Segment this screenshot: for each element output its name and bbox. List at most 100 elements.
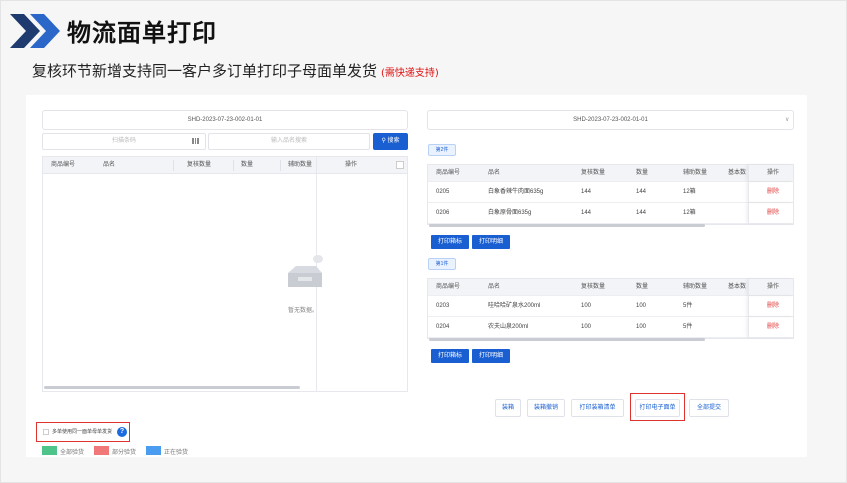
- cell-code: 0205: [436, 189, 450, 195]
- cell-qty: 144: [636, 210, 647, 216]
- delete-link[interactable]: 删除: [767, 182, 779, 203]
- print-box-label-button[interactable]: 打印箱标: [431, 235, 469, 249]
- left-table-header: 商品编号 品名 复核数量 数量 辅助数量 操作: [43, 157, 407, 174]
- package-tag: 第1件: [428, 258, 456, 270]
- delete-link[interactable]: 删除: [767, 296, 779, 317]
- submit-all-button[interactable]: 全部提交: [689, 399, 729, 417]
- col-header-action: 操作: [767, 170, 780, 176]
- col-header-name: 品名: [488, 170, 501, 176]
- action-cell: 操作: [748, 279, 794, 295]
- cell-code: 0203: [436, 303, 450, 309]
- cell-qty: 144: [636, 189, 647, 195]
- legend-swatch: [146, 446, 161, 455]
- goods-search-input[interactable]: 输入品名搜索: [208, 133, 370, 150]
- legend-label: 正在验货: [164, 450, 189, 456]
- undo-pack-button[interactable]: 装箱撤销: [527, 399, 565, 417]
- action-cell: 删除: [748, 317, 794, 337]
- cell-aux: 5件: [683, 303, 693, 309]
- cell-qty: 100: [636, 324, 647, 330]
- col-header-code: 商品编号: [436, 284, 461, 290]
- delete-link[interactable]: 删除: [767, 317, 779, 338]
- col-header-qty: 数量: [636, 170, 649, 176]
- cell-code: 0206: [436, 210, 450, 216]
- multi-order-label: 多单使用同一面单母单发货: [52, 429, 113, 435]
- horizontal-scrollbar[interactable]: [429, 338, 705, 341]
- action-cell: 删除: [748, 182, 794, 202]
- table-header: 商品编号 品名 复核数量 数量 辅助数量 基本数 操作: [428, 165, 793, 182]
- col-header-checked: 复核数量: [581, 170, 606, 176]
- empty-state-text: 暂无数据。: [288, 308, 319, 314]
- barcode-icon: [192, 138, 199, 144]
- cell-checked: 100: [581, 303, 592, 309]
- table-row: 0204 农夫山泉200ml 100 100 5件 删除: [428, 317, 793, 338]
- cell-checked: 144: [581, 189, 592, 195]
- subtitle-note: (需快递支持): [381, 68, 439, 79]
- col-header-aux: 辅助数量: [683, 170, 708, 176]
- col-header-checked: 复核数量: [187, 162, 212, 168]
- col-header-checked: 复核数量: [581, 284, 606, 290]
- delete-link[interactable]: 删除: [767, 203, 779, 224]
- col-header-name: 品名: [103, 162, 116, 168]
- action-cell: 删除: [748, 203, 794, 223]
- table-row: 0205 白象香辣牛肉面635g 144 144 12箱 删除: [428, 182, 793, 203]
- cell-name: 白象原骨面635g: [488, 210, 532, 216]
- cell-aux: 5件: [683, 324, 693, 330]
- table-row: 0206 白象原骨面635g 144 144 12箱 删除: [428, 203, 793, 224]
- cell-code: 0204: [436, 324, 450, 330]
- col-header-qty: 数量: [241, 162, 254, 168]
- pack-button[interactable]: 装箱: [495, 399, 521, 417]
- empty-box-icon: [288, 255, 323, 287]
- cell-qty: 100: [636, 303, 647, 309]
- slide-subtitle: 复核环节新增支持同一客户多订单打印子母面单发货 (需快递支持): [32, 60, 439, 81]
- print-packing-list-button[interactable]: 打印装箱清单: [571, 399, 624, 417]
- col-header-action: 操作: [767, 284, 780, 290]
- legend-swatch: [42, 446, 57, 455]
- col-header-base: 基本数: [728, 284, 747, 290]
- table-header: 商品编号 品名 复核数量 数量 辅助数量 基本数 操作: [428, 279, 793, 296]
- scan-barcode-input[interactable]: 扫描条码: [42, 133, 206, 150]
- col-divider: [173, 160, 174, 171]
- horizontal-scrollbar[interactable]: [429, 224, 705, 227]
- select-all-checkbox[interactable]: [396, 161, 404, 169]
- slide-title: 物流面单打印: [67, 19, 217, 47]
- cell-aux: 12箱: [683, 210, 696, 216]
- chevron-down-icon[interactable]: ∨: [785, 116, 789, 123]
- left-goods-table: 商品编号 品名 复核数量 数量 辅助数量 操作: [42, 156, 408, 392]
- col-header-aux: 辅助数量: [288, 162, 313, 168]
- col-header-code: 商品编号: [436, 170, 461, 176]
- legend-swatch: [94, 446, 109, 455]
- print-box-label-button[interactable]: 打印箱标: [431, 349, 469, 363]
- col-header-aux: 辅助数量: [683, 284, 708, 290]
- multi-order-checkbox[interactable]: [43, 429, 49, 435]
- right-order-select[interactable]: SHD-2023-07-23-002-01-01: [427, 110, 794, 130]
- chevron-right-icon: [10, 14, 60, 48]
- col-header-code: 商品编号: [51, 162, 76, 168]
- app-screenshot: SHD-2023-07-23-002-01-01 扫描条码 输入品名搜索 ⚲ 搜…: [26, 95, 807, 457]
- cell-checked: 100: [581, 324, 592, 330]
- search-button[interactable]: ⚲ 搜索: [373, 133, 408, 150]
- horizontal-scrollbar[interactable]: [44, 386, 300, 389]
- table-row: 0203 哇哈哈矿泉水200ml 100 100 5件 删除: [428, 296, 793, 317]
- search-button-label: 搜索: [387, 138, 400, 144]
- col-header-base: 基本数: [728, 170, 747, 176]
- left-order-select[interactable]: SHD-2023-07-23-002-01-01: [42, 110, 408, 130]
- package-table: 商品编号 品名 复核数量 数量 辅助数量 基本数 操作 0203 哇哈哈矿泉水2…: [427, 278, 794, 341]
- cell-name: 农夫山泉200ml: [488, 324, 529, 330]
- col-header-qty: 数量: [636, 284, 649, 290]
- cell-aux: 12箱: [683, 189, 696, 195]
- package-tag: 第2件: [428, 144, 456, 156]
- legend-label: 全部验货: [60, 450, 85, 456]
- action-cell: 操作: [748, 165, 794, 181]
- col-header-name: 品名: [488, 284, 501, 290]
- col-divider: [233, 160, 234, 171]
- highlight-frame: [630, 393, 685, 421]
- action-cell: 删除: [748, 296, 794, 316]
- question-icon[interactable]: ?: [117, 427, 127, 437]
- cell-checked: 144: [581, 210, 592, 216]
- col-divider: [280, 160, 281, 171]
- print-detail-button[interactable]: 打印明细: [472, 235, 510, 249]
- package-table: 商品编号 品名 复核数量 数量 辅助数量 基本数 操作 0205 白象香辣牛肉面…: [427, 164, 794, 227]
- col-header-action: 操作: [345, 162, 358, 168]
- cell-name: 白象香辣牛肉面635g: [488, 189, 544, 195]
- print-detail-button[interactable]: 打印明细: [472, 349, 510, 363]
